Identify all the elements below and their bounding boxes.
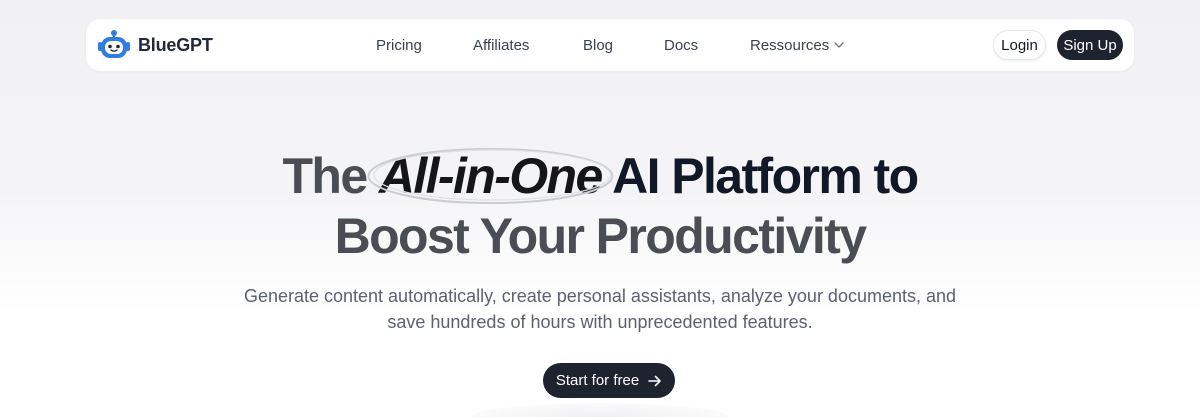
hero-subtitle-line1: Generate content automatically, create p… <box>243 286 957 306</box>
chevron-down-icon <box>834 42 844 48</box>
hero-title-emphasis-text: All-in-One <box>378 148 603 204</box>
nav-resources-label: Ressources <box>750 36 830 54</box>
nav-link-affiliates[interactable]: Affiliates <box>473 19 529 71</box>
hero-subtitle-line2: save hundreds of hours with unprecedente… <box>387 312 813 332</box>
start-for-free-button[interactable]: Start for free <box>543 363 675 398</box>
brand-name: BlueGPT <box>138 34 213 55</box>
top-navbar: BlueGPT Pricing Affiliates Blog Docs Res… <box>86 19 1134 71</box>
hero-title-the: The <box>282 148 368 204</box>
arrow-right-icon <box>648 375 661 386</box>
hero-title-line2: Boost Your Productivity <box>334 208 867 264</box>
hero-title-emphasis: All-in-One <box>367 147 614 205</box>
nav-link-pricing[interactable]: Pricing <box>376 19 422 71</box>
robot-head-icon <box>98 30 130 58</box>
hero-title-line1: The All-in-One AI Platform to <box>0 147 1200 205</box>
nav-dropdown-resources[interactable]: Ressources <box>750 19 844 71</box>
brand-logo[interactable]: BlueGPT <box>97 27 213 63</box>
cta-glow <box>470 403 730 417</box>
hero-subtitle: Generate content automatically, create p… <box>0 283 1200 335</box>
cta-label: Start for free <box>555 372 640 389</box>
signup-button[interactable]: Sign Up <box>1057 30 1123 60</box>
hero-title-line1-end: AI Platform to <box>612 148 919 204</box>
nav-link-docs[interactable]: Docs <box>664 19 698 71</box>
nav-link-blog[interactable]: Blog <box>583 19 613 71</box>
login-button[interactable]: Login <box>993 30 1046 60</box>
